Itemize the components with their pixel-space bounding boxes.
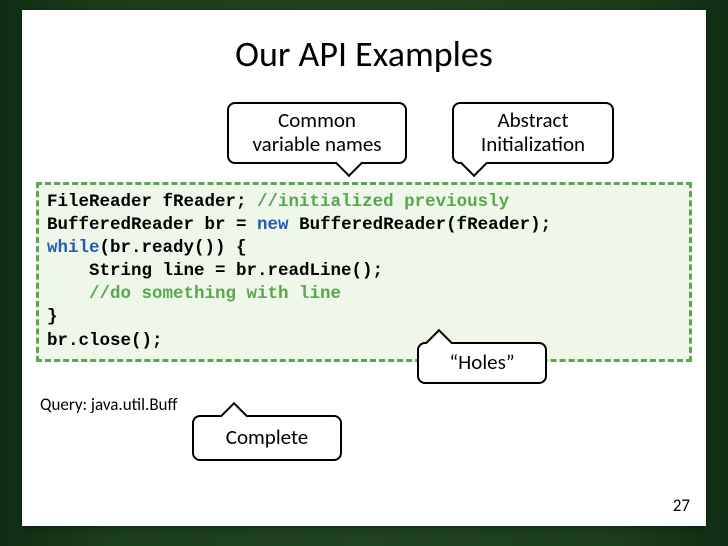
code-text: }	[47, 307, 58, 327]
slide-card: Our API Examples Common variable names A…	[22, 10, 706, 526]
code-text: BufferedReader br =	[47, 215, 257, 235]
code-text: BufferedReader(fReader);	[289, 215, 552, 235]
callout-line: Complete	[210, 425, 324, 449]
code-text: (br.ready()) {	[100, 238, 247, 258]
code-comment: //initialized previously	[257, 192, 509, 212]
callout-abstract-init: Abstract Initialization	[452, 102, 614, 164]
callout-holes: “Holes”	[417, 342, 547, 384]
slide-title: Our API Examples	[22, 32, 706, 76]
code-text: br.close();	[47, 331, 163, 351]
code-comment: //do something with line	[47, 284, 341, 304]
callout-complete: Complete	[192, 415, 342, 461]
callout-line: Common	[245, 108, 389, 132]
callout-line: Initialization	[470, 132, 596, 156]
code-text: FileReader fReader;	[47, 192, 257, 212]
callout-line: “Holes”	[435, 350, 529, 374]
code-keyword-new: new	[257, 215, 289, 235]
callout-common-names: Common variable names	[227, 102, 407, 164]
query-text: Query: java.util.Buff	[40, 394, 177, 415]
code-keyword-while: while	[47, 238, 100, 258]
callout-line: Abstract	[470, 108, 596, 132]
code-text: String line = br.readLine();	[47, 261, 383, 281]
page-number: 27	[673, 495, 690, 516]
code-example-box: FileReader fReader; //initialized previo…	[36, 182, 692, 362]
slide-stage: Our API Examples Common variable names A…	[0, 0, 728, 546]
callout-line: variable names	[245, 132, 389, 156]
